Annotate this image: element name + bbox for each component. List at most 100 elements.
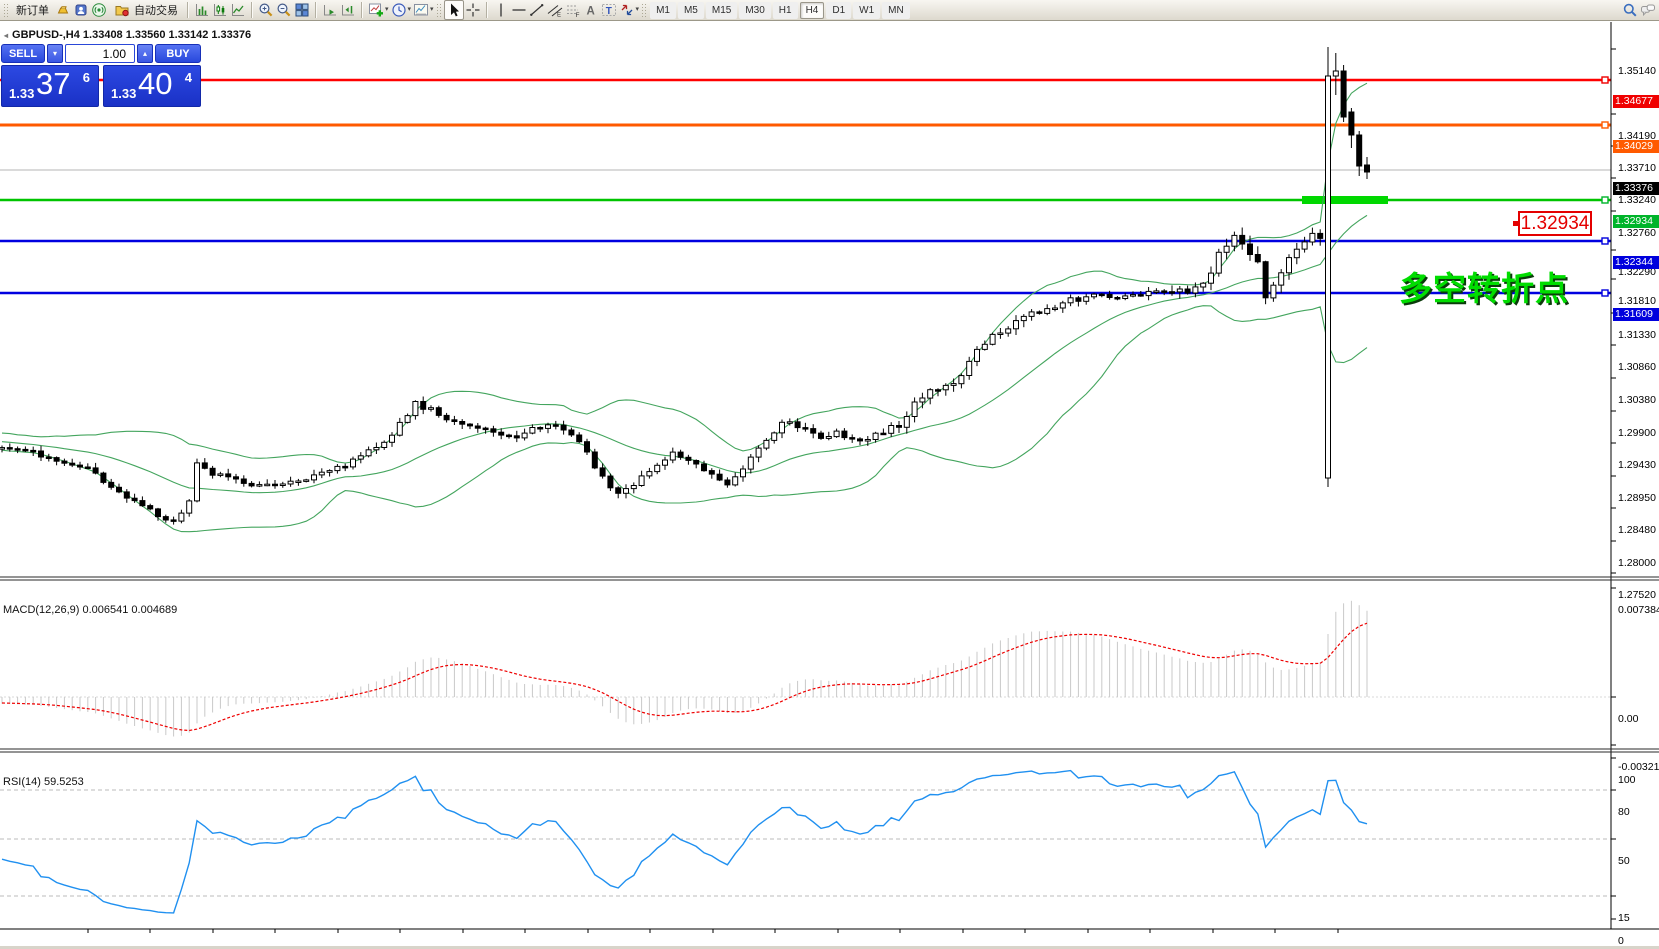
indicator-tick-label: 100 xyxy=(1618,774,1636,786)
price-tick-label: 1.28950 xyxy=(1618,492,1656,504)
tile-windows-icon[interactable] xyxy=(293,1,311,19)
toolbar-separator xyxy=(251,2,253,18)
text-icon[interactable]: A xyxy=(582,1,600,19)
crosshair-icon[interactable] xyxy=(464,1,482,19)
price-line-tag: 1.31609 xyxy=(1613,308,1659,321)
cursor-icon[interactable] xyxy=(444,0,464,20)
auto-trading-button[interactable]: 自动交易 xyxy=(108,1,183,19)
timeframe-w1-button[interactable]: W1 xyxy=(853,2,880,19)
market-icon[interactable] xyxy=(54,1,72,19)
dropdown-caret-icon[interactable]: ▾ xyxy=(408,1,412,19)
auto-trading-label: 自动交易 xyxy=(134,2,178,18)
horizontal-line-icon[interactable] xyxy=(510,1,528,19)
toolbar-drag-handle[interactable] xyxy=(436,3,441,18)
chart-canvas[interactable] xyxy=(0,22,1659,949)
sell-price-big: 37 xyxy=(36,66,70,102)
toolbar-drag-handle[interactable] xyxy=(641,3,646,18)
price-tick-label: 1.30860 xyxy=(1618,361,1656,373)
price-callout[interactable]: 1.32934 xyxy=(1518,211,1592,236)
timeframe-m15-button[interactable]: M15 xyxy=(706,2,737,19)
template-icon[interactable] xyxy=(412,1,430,19)
volume-decrease-button[interactable]: ▾ xyxy=(47,44,63,63)
indicator-tick-label: 0.00 xyxy=(1618,713,1638,725)
signals-icon[interactable] xyxy=(90,1,108,19)
dropdown-caret-icon[interactable]: ▾ xyxy=(636,1,640,19)
periods-icon[interactable] xyxy=(390,1,408,19)
sell-price-button[interactable]: 1.33 37 6 xyxy=(1,65,99,107)
price-tick-label: 1.31810 xyxy=(1618,295,1656,307)
text-label-icon[interactable]: T xyxy=(600,1,618,19)
chat-icon[interactable] xyxy=(1639,1,1657,19)
chart-shift-icon[interactable] xyxy=(339,1,357,19)
fibonacci-icon[interactable]: F xyxy=(564,1,582,19)
timeframe-m30-button[interactable]: M30 xyxy=(739,2,770,19)
buy-price-sup: 4 xyxy=(185,70,192,85)
buy-price-button[interactable]: 1.33 40 4 xyxy=(103,65,201,107)
annotation-text[interactable]: 多空转折点 xyxy=(1399,262,1569,310)
timeframe-m1-button[interactable]: M1 xyxy=(650,2,676,19)
volume-input[interactable]: 1.00 xyxy=(65,44,135,63)
svg-text:F: F xyxy=(575,12,579,18)
macd-label: MACD(12,26,9) 0.006541 0.004689 xyxy=(3,604,177,616)
bar-chart-icon[interactable] xyxy=(193,1,211,19)
add-indicator-icon[interactable] xyxy=(367,1,385,19)
indicator-tick-label: -0.003215 xyxy=(1618,761,1659,773)
one-click-trading-panel: SELL ▾ 1.00 ▴ BUY 1.33 37 6 1.33 40 4 xyxy=(1,44,201,107)
symbol-ohlc-text: GBPUSD-,H4 1.33408 1.33560 1.33142 1.333… xyxy=(12,29,251,41)
trendline-icon[interactable] xyxy=(528,1,546,19)
price-line-tag: 1.34677 xyxy=(1613,95,1659,108)
timeframe-h1-button[interactable]: H1 xyxy=(773,2,798,19)
vertical-line-icon[interactable] xyxy=(492,1,510,19)
price-line-tag: 1.32344 xyxy=(1613,256,1659,269)
price-tick-label: 1.31330 xyxy=(1618,329,1656,341)
timeframe-m5-button[interactable]: M5 xyxy=(678,2,704,19)
price-tick-label: 1.32760 xyxy=(1618,227,1656,239)
toolbar-separator xyxy=(187,2,189,18)
candlestick-chart-icon[interactable] xyxy=(211,1,229,19)
search-icon[interactable] xyxy=(1621,1,1639,19)
chart-area[interactable]: ◂ GBPUSD-,H4 1.33408 1.33560 1.33142 1.3… xyxy=(0,22,1659,949)
dropdown-caret-icon[interactable]: ▾ xyxy=(385,1,389,19)
toolbar-drag-handle[interactable] xyxy=(3,3,8,18)
community-icon[interactable] xyxy=(72,1,90,19)
timeframe-mn-button[interactable]: MN xyxy=(882,2,910,19)
toolbar-separator xyxy=(361,2,363,18)
indicator-tick-label: 0.007384 xyxy=(1618,604,1659,616)
new-order-button[interactable]: 新订单 xyxy=(11,1,54,19)
rsi-label: RSI(14) 59.5253 xyxy=(3,776,84,788)
indicator-tick-label: 50 xyxy=(1618,855,1630,867)
price-line-tag: 1.33376 xyxy=(1613,182,1659,195)
mt4-window: 新订单 自动交易 ▾ ▾ ▾ E F A T ▾ M xyxy=(0,0,1659,949)
auto-scroll-icon[interactable] xyxy=(321,1,339,19)
toolbar-separator xyxy=(315,2,317,18)
buy-button[interactable]: BUY xyxy=(155,44,201,63)
sell-price-sup: 6 xyxy=(83,70,90,85)
timeframe-h4-button[interactable]: H4 xyxy=(800,2,825,19)
sell-button[interactable]: SELL xyxy=(1,44,45,63)
zoom-out-icon[interactable] xyxy=(275,1,293,19)
channel-icon[interactable]: E xyxy=(546,1,564,19)
svg-text:E: E xyxy=(557,13,561,19)
symbol-ohlc-line: ◂ GBPUSD-,H4 1.33408 1.33560 1.33142 1.3… xyxy=(4,29,251,41)
svg-text:A: A xyxy=(586,6,594,18)
buy-price-big: 40 xyxy=(138,66,172,102)
price-line-tag: 1.34029 xyxy=(1613,140,1659,153)
price-tick-label: 1.35140 xyxy=(1618,65,1656,77)
indicator-tick-label: 80 xyxy=(1618,806,1630,818)
price-tick-label: 1.33240 xyxy=(1618,194,1656,206)
line-chart-icon[interactable] xyxy=(229,1,247,19)
price-tick-label: 1.30380 xyxy=(1618,394,1656,406)
price-tick-label: 1.28480 xyxy=(1618,524,1656,536)
svg-text:T: T xyxy=(605,6,611,17)
toolbar-separator xyxy=(486,2,488,18)
price-tick-label: 1.29900 xyxy=(1618,427,1656,439)
autotrade-folder-icon xyxy=(113,1,131,19)
zoom-in-icon[interactable] xyxy=(257,1,275,19)
dropdown-caret-icon[interactable]: ▾ xyxy=(430,1,434,19)
timeframe-d1-button[interactable]: D1 xyxy=(826,2,851,19)
volume-increase-button[interactable]: ▴ xyxy=(137,44,153,63)
price-tick-label: 1.27520 xyxy=(1618,589,1656,601)
chart-marker-icon: ◂ xyxy=(4,31,8,40)
arrows-icon[interactable] xyxy=(618,1,636,19)
price-tick-label: 1.28000 xyxy=(1618,557,1656,569)
